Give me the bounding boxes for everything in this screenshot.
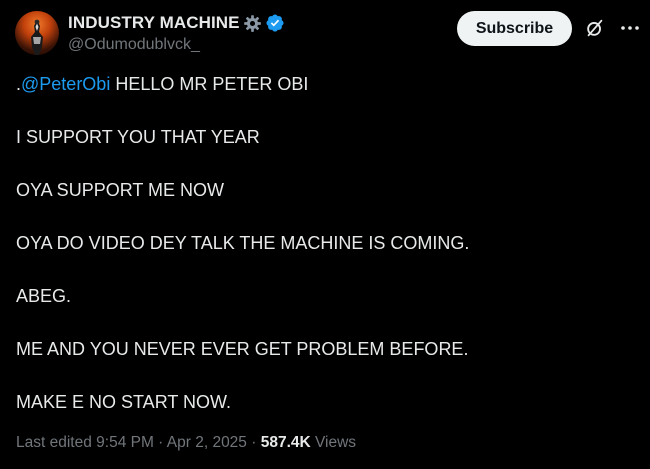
- mention-link[interactable]: @PeterObi: [21, 74, 110, 94]
- tweet-line-6: ME AND YOU NEVER EVER GET PROBLEM BEFORE…: [16, 339, 469, 359]
- tweet-line-1-text: HELLO MR PETER OBI: [110, 74, 309, 94]
- gear-icon: [243, 14, 262, 33]
- tweet-line-1: .@PeterObi HELLO MR PETER OBI: [16, 74, 308, 95]
- tweet: INDUSTRY MACHINE @Odumodublvck_ Subscrib…: [0, 0, 650, 469]
- verified-badge-icon[interactable]: [265, 13, 285, 33]
- subscribe-button[interactable]: Subscribe: [457, 11, 572, 46]
- tweet-meta: Last edited 9:54 PM · Apr 2, 2025 · 587.…: [16, 434, 356, 452]
- tweet-line-5: ABEG.: [16, 286, 72, 306]
- views-count: 587.4K: [260, 434, 311, 451]
- name-row: INDUSTRY MACHINE: [68, 12, 285, 34]
- tweet-line-3: OYA SUPPORT ME NOW: [16, 180, 225, 200]
- edited-timestamp[interactable]: Last edited 9:54 PM · Apr 2, 2025 ·: [16, 434, 261, 451]
- tweet-line-4: OYA DO VIDEO DEY TALK THE MACHINE IS COM…: [16, 233, 470, 253]
- display-name[interactable]: INDUSTRY MACHINE: [68, 13, 240, 33]
- user-handle[interactable]: @Odumodublvck_: [68, 36, 200, 54]
- views-label: Views: [310, 434, 357, 451]
- more-options-icon[interactable]: [619, 17, 641, 39]
- grok-icon[interactable]: [584, 17, 606, 39]
- tweet-line-7: MAKE E NO START NOW.: [16, 392, 232, 412]
- avatar[interactable]: [15, 11, 59, 55]
- avatar-figure-icon: [31, 19, 43, 55]
- tweet-line-2: I SUPPORT YOU THAT YEAR: [16, 127, 260, 147]
